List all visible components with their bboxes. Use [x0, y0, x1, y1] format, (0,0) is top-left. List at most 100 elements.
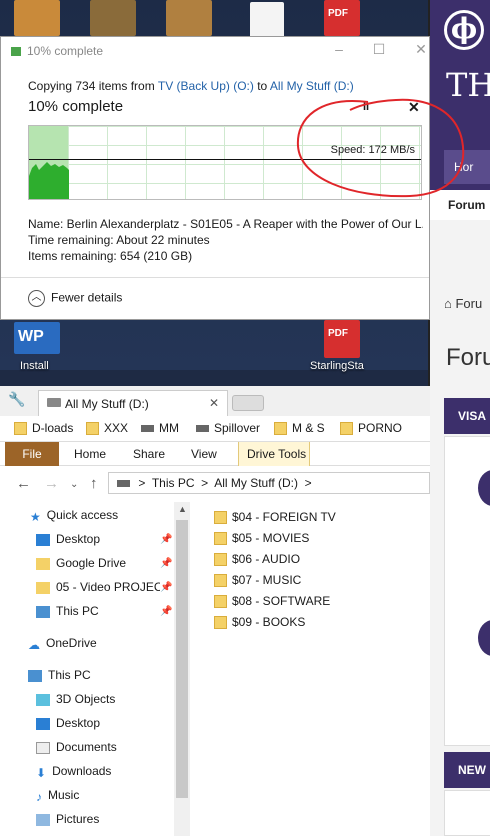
ribbon-tabs: File Home Share View Drive Tools — [0, 442, 430, 466]
favorite-label: XXX — [104, 421, 129, 435]
favorite-folder[interactable]: XXX — [86, 421, 129, 436]
nav-label: Pictures — [56, 812, 100, 826]
desktop-icon-thumbnail[interactable] — [166, 0, 212, 36]
nav-label: Desktop — [56, 716, 101, 730]
maximize-button[interactable]: ☐ — [369, 39, 389, 61]
pin-icon[interactable]: 📌 — [160, 606, 172, 617]
list-item[interactable]: $05 - MOVIES — [214, 531, 310, 546]
folder-name: $04 - FOREIGN TV — [232, 510, 336, 524]
list-item[interactable]: $08 - SOFTWARE — [214, 594, 330, 609]
back-arrow-icon[interactable]: ← — [16, 475, 31, 492]
destination-link[interactable]: All My Stuff (D:) — [270, 79, 354, 93]
speed-readout: Speed: 172 MB/s — [330, 144, 415, 156]
tab-view[interactable]: View — [191, 447, 217, 461]
forum-tab[interactable]: Forum — [430, 190, 490, 220]
nav-label: OneDrive — [46, 636, 97, 650]
favorite-folder[interactable]: M & S — [274, 421, 325, 436]
favorite-label: M & S — [292, 421, 325, 435]
folder-name: $05 - MOVIES — [232, 531, 310, 545]
forum-home-button[interactable]: Hor — [444, 150, 490, 184]
current-file-name: Name: Berlin Alexanderplatz - S01E05 - A… — [28, 217, 423, 231]
list-item[interactable]: $07 - MUSIC — [214, 573, 301, 588]
nav-video-project[interactable]: 05 - Video PROJECT — [36, 580, 160, 594]
forum-breadcrumb[interactable]: ⌂ Foru — [444, 296, 482, 311]
document-icon[interactable] — [250, 2, 284, 38]
address-row: ← → ⌄ ↑ > This PC > All My Stuff (D:) > — [0, 466, 430, 502]
folder-icon — [214, 574, 227, 588]
chevron-up-icon: ︿ — [28, 290, 45, 307]
nav-label: Music — [48, 788, 80, 802]
drive-icon — [47, 398, 61, 407]
forward-arrow-icon[interactable]: → — [44, 475, 59, 492]
breadcrumb-sep: > — [201, 476, 209, 490]
forum-logo[interactable]: ϕ — [444, 10, 484, 50]
tab-all-my-stuff[interactable]: All My Stuff (D:) ✕ — [38, 390, 228, 416]
speed-waveform — [29, 162, 69, 199]
folder-name: $06 - AUDIO — [232, 552, 301, 566]
copy-prefix: Copying 734 items from — [28, 79, 155, 93]
cancel-button[interactable]: ✕ — [408, 99, 420, 116]
desktop-icon-thumbnail[interactable] — [90, 0, 136, 36]
scrollbar-thumb[interactable] — [176, 520, 188, 798]
nav-label: Quick access — [46, 508, 119, 522]
breadcrumb-this-pc[interactable]: This PC — [152, 476, 195, 490]
folder-icon — [36, 581, 50, 594]
divider — [1, 277, 429, 278]
up-arrow-icon[interactable]: ↑ — [90, 475, 98, 492]
pin-icon[interactable]: 📌 — [160, 582, 172, 593]
address-bar[interactable]: > This PC > All My Stuff (D:) > — [108, 472, 430, 494]
nav-label: 05 - Video PROJECT — [56, 580, 160, 594]
new-tab-button[interactable] — [232, 395, 264, 411]
nav-label: Google Drive — [56, 556, 127, 570]
list-item[interactable]: $04 - FOREIGN TV — [214, 510, 336, 525]
scroll-up-arrow-icon[interactable]: ▲ — [178, 504, 187, 514]
time-remaining: Time remaining: About 22 minutes — [28, 233, 210, 247]
picture-icon — [36, 813, 50, 826]
list-item[interactable]: $06 - AUDIO — [214, 552, 301, 567]
favorite-label: PORNO — [358, 421, 403, 435]
nav-label: Desktop — [56, 532, 101, 546]
forum-card — [444, 790, 490, 836]
desktop-icon-label: StarlingSta — [310, 360, 364, 372]
folder-icon — [86, 422, 99, 436]
file-menu-button[interactable]: File — [5, 442, 59, 466]
source-link[interactable]: TV (Back Up) (O:) — [158, 79, 254, 93]
favorite-drive[interactable]: MM — [141, 421, 179, 435]
desktop-icon — [36, 717, 50, 730]
forum-heading: Foru — [446, 344, 490, 371]
tab-close-icon[interactable]: ✕ — [209, 396, 219, 410]
forum-section-bar[interactable]: NEW — [444, 752, 490, 788]
cloud-icon: ☁ — [28, 637, 40, 650]
transfer-speed-graph: Speed: 172 MB/s — [28, 125, 422, 200]
forum-page: ϕ TH Hor Forum ⌂ Foru Foru VISA NEW — [428, 0, 490, 836]
favorite-drive[interactable]: Spillover — [196, 421, 260, 435]
fewer-details-button[interactable]: ︿ Fewer details — [28, 290, 122, 307]
tab-drive-tools[interactable]: Drive Tools — [247, 447, 306, 461]
tab-home[interactable]: Home — [74, 447, 106, 461]
list-item[interactable]: $09 - BOOKS — [214, 615, 305, 630]
close-window-button[interactable]: ✕ — [411, 39, 431, 61]
breadcrumb-drive[interactable]: All My Stuff (D:) — [214, 476, 298, 490]
recent-chevron-down-icon[interactable]: ⌄ — [70, 479, 78, 490]
tab-share[interactable]: Share — [133, 447, 165, 461]
pdf-icon[interactable]: PDF — [324, 0, 360, 36]
copy-details: Name: Berlin Alexanderplatz - S01E05 - A… — [28, 216, 423, 264]
copy-progress-dialog: 10% complete – ☐ ✕ Copying 734 items fro… — [0, 36, 430, 320]
minimize-button[interactable]: – — [329, 39, 349, 61]
pin-icon[interactable]: 📌 — [160, 558, 172, 569]
folder-icon — [214, 532, 227, 546]
percent-complete: 10% complete — [28, 98, 124, 115]
tab-label: All My Stuff (D:) — [65, 397, 149, 411]
pin-icon[interactable]: 📌 — [160, 534, 172, 545]
wp-installer-icon[interactable]: WP — [14, 322, 60, 354]
favorites-bar: D-loads XXX MM Spillover M & S PORNO — [0, 416, 430, 442]
wrench-icon[interactable]: 🔧 — [8, 391, 25, 408]
pause-button[interactable]: II — [363, 101, 369, 113]
pdf-icon[interactable]: PDF — [324, 320, 360, 358]
forum-section-bar[interactable]: VISA — [444, 398, 490, 434]
favorite-folder[interactable]: D-loads — [14, 421, 73, 436]
desktop-icon-thumbnail[interactable] — [14, 0, 60, 36]
favorite-folder[interactable]: PORNO — [340, 421, 403, 436]
drive-icon — [196, 425, 209, 433]
folder-icon — [214, 595, 227, 609]
